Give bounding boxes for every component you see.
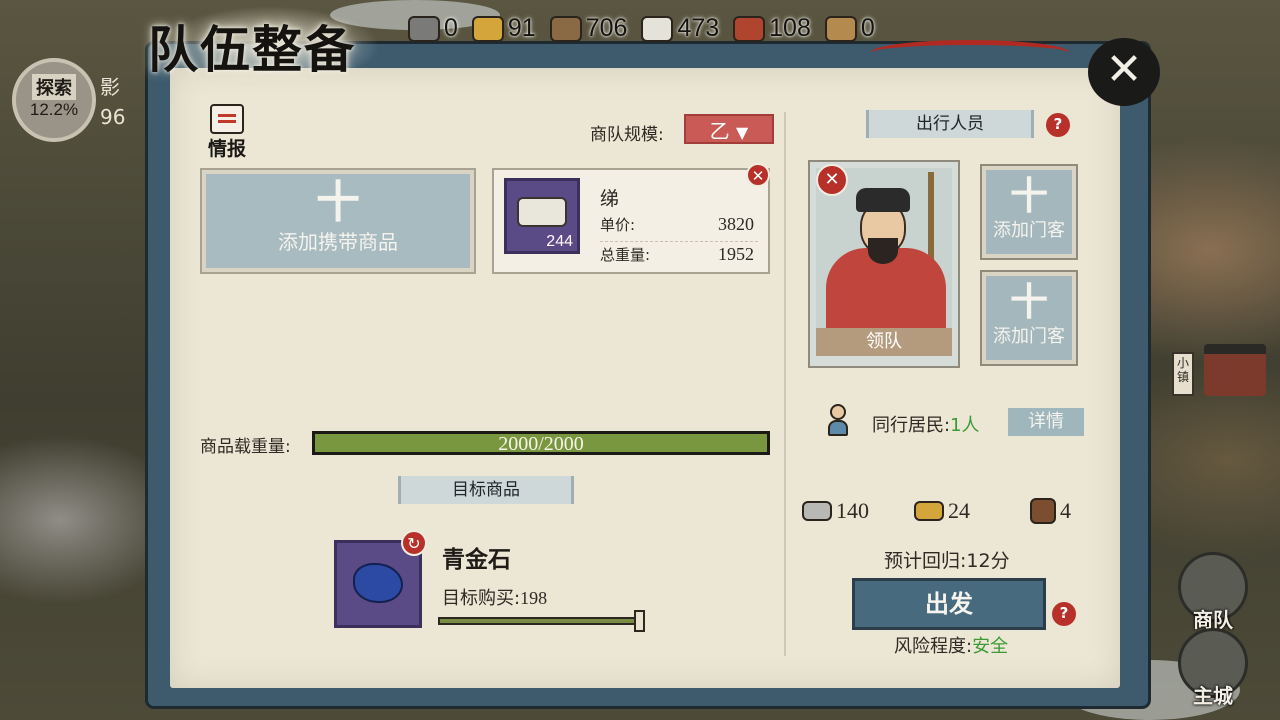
explore-label: 探索 <box>32 74 76 100</box>
cost-silver: 140 <box>802 498 869 524</box>
resource-item: 473 <box>641 14 719 43</box>
add-goods-label: 添加携带商品 <box>278 230 398 254</box>
target-goods-name: 青金石 <box>442 547 511 573</box>
resident-value: 1人 <box>950 415 980 436</box>
caravan-scale-value: 乙 <box>709 119 730 143</box>
resource-value: 473 <box>677 14 720 42</box>
personnel-help-button[interactable]: ? <box>1046 113 1070 137</box>
unit-price-row: 单价: 3820 <box>600 214 758 242</box>
remove-goods-button[interactable]: ✕ <box>746 163 770 187</box>
main-city-nav-label: 主城 <box>1193 684 1233 708</box>
total-weight-label: 总重量: <box>600 246 651 264</box>
explore-side-info: 影 96 <box>100 72 125 132</box>
personnel-section-title: 出行人员 <box>866 110 1034 138</box>
caravan-nav-button[interactable]: 商队 <box>1178 552 1248 632</box>
total-weight-row: 总重量: 1952 <box>600 244 758 270</box>
silk-cloth-icon <box>641 15 674 42</box>
add-guest-label: 添加门客 <box>993 326 1065 347</box>
resource-item: 706 <box>549 14 628 43</box>
goods-name: 绨 <box>600 188 620 210</box>
risk-value: 安全 <box>972 636 1009 657</box>
barrel-icon <box>824 15 857 42</box>
plus-icon: 十 <box>316 177 360 228</box>
resident-detail-button[interactable]: 详情 <box>1008 408 1084 436</box>
goods-thumbnail: 244 <box>504 178 580 254</box>
cost-silver-value: 140 <box>836 498 869 523</box>
target-buy-slider[interactable] <box>438 617 642 625</box>
total-weight-value: 1952 <box>718 244 754 264</box>
close-button[interactable]: ✕ <box>1088 38 1160 106</box>
leather-icon <box>733 15 766 42</box>
resource-item: 91 <box>471 14 536 43</box>
chevron-down-icon: ▼ <box>736 123 749 142</box>
plus-icon: 十 <box>1009 174 1048 218</box>
resource-item: 0 <box>408 14 458 43</box>
resident-icon <box>826 404 850 436</box>
target-buy-value: 198 <box>520 588 548 608</box>
resource-item: 0 <box>824 14 875 43</box>
depart-button[interactable]: 出发 <box>852 578 1046 630</box>
unit-price-value: 3820 <box>718 214 754 234</box>
add-guest-slot[interactable]: 十 添加门客 <box>980 164 1078 260</box>
target-buy-slider-handle[interactable] <box>634 610 645 632</box>
resource-value: 108 <box>769 14 811 42</box>
caravan-scale-select[interactable]: 乙 ▼ <box>684 114 774 144</box>
resource-item: 108 <box>733 14 811 43</box>
stone-icon <box>408 15 440 42</box>
resident-label: 同行居民: <box>872 415 951 436</box>
explore-badge[interactable]: 探索 12.2% <box>12 58 96 142</box>
target-goods-section-title: 目标商品 <box>398 476 574 504</box>
resource-bar: 0 91 706 473 108 0 <box>408 14 875 43</box>
load-progress-bar: 2000/2000 <box>312 431 770 455</box>
cost-horse: 4 <box>1030 498 1071 524</box>
silk-scroll-icon <box>517 197 567 227</box>
explore-percent: 12.2% <box>29 100 79 119</box>
horse-icon <box>1030 498 1056 524</box>
remove-leader-button[interactable]: ✕ <box>816 164 848 196</box>
coins-icon <box>914 501 944 521</box>
explore-side-value: 96 <box>100 105 126 129</box>
cost-coins-value: 24 <box>948 498 970 523</box>
cost-horse-value: 4 <box>1060 498 1071 523</box>
load-label: 商品载重量: <box>200 437 291 457</box>
depart-help-button[interactable]: ? <box>1052 602 1076 626</box>
coins-icon <box>471 15 504 42</box>
target-buy-label: 目标购买: <box>442 588 521 609</box>
silver-ingot-icon <box>802 501 832 521</box>
explore-side-text: 影 <box>100 75 120 99</box>
page-title: 队伍整备 <box>148 20 356 79</box>
decorative-brush-stroke <box>870 40 1070 66</box>
add-guest-slot[interactable]: 十 添加门客 <box>980 270 1078 366</box>
lapis-stone-icon <box>353 563 403 603</box>
refresh-target-button[interactable]: ↻ <box>401 530 427 556</box>
leader-label: 领队 <box>816 328 952 356</box>
cost-coins: 24 <box>914 498 970 524</box>
unit-price-label: 单价: <box>600 216 636 234</box>
town-tag[interactable]: 小镇 <box>1172 352 1194 396</box>
load-progress-text: 2000/2000 <box>498 433 584 455</box>
wood-plank-icon <box>549 15 582 42</box>
caravan-scale-label: 商队规模: <box>590 125 664 145</box>
intel-scroll-icon <box>210 104 244 134</box>
eta-text: 预计回归:12分 <box>884 550 1010 572</box>
risk-level: 风险程度:安全 <box>894 632 1008 658</box>
resource-value: 91 <box>507 14 536 42</box>
resource-value: 0 <box>860 14 875 42</box>
intel-button[interactable]: 情报 <box>208 104 246 161</box>
add-goods-button[interactable]: 十 添加携带商品 <box>200 168 476 274</box>
risk-label: 风险程度: <box>894 636 973 657</box>
resource-value: 0 <box>444 14 458 42</box>
target-buy-amount: 目标购买:198 <box>442 584 547 610</box>
plus-icon: 十 <box>1009 280 1048 324</box>
town-building-icon[interactable] <box>1204 344 1266 396</box>
resident-count: 同行居民:1人 <box>872 411 980 437</box>
panel-divider <box>784 112 786 656</box>
add-guest-label: 添加门客 <box>993 220 1065 241</box>
goods-quantity: 244 <box>546 233 573 250</box>
intel-label: 情报 <box>208 138 247 160</box>
resource-value: 706 <box>585 14 628 42</box>
main-city-nav-button[interactable]: 主城 <box>1178 628 1248 708</box>
carried-goods-card[interactable]: 244 绨 单价: 3820 总重量: 1952 <box>492 168 770 274</box>
